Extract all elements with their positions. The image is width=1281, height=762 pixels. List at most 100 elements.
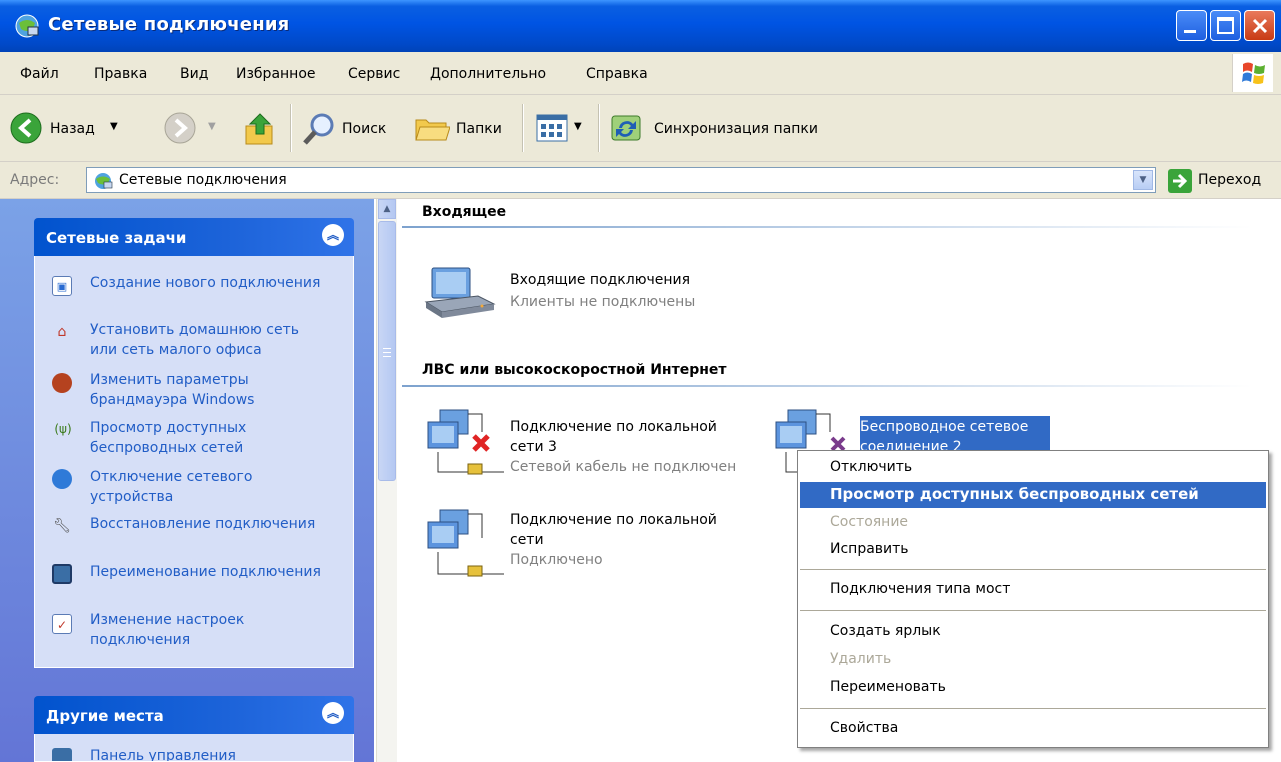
lan-3-name-line2[interactable]: сети 3 <box>510 437 557 457</box>
rename-icon <box>52 564 72 584</box>
lan-name-line2[interactable]: сети <box>510 530 544 550</box>
ctx-bridge-connections[interactable]: Подключения типа мост <box>830 581 1010 597</box>
disable-device-icon <box>52 469 72 489</box>
task-view-wireless[interactable]: Просмотр доступных беспроводных сетей <box>90 418 330 458</box>
lan-status: Подключено <box>510 552 603 568</box>
group-divider <box>402 226 1252 228</box>
ctx-repair[interactable]: Исправить <box>830 541 909 557</box>
folders-label: Папки <box>456 121 502 137</box>
toolbar-separator <box>522 104 524 152</box>
lan-3-disconnected-icon[interactable] <box>424 408 504 478</box>
ctx-properties[interactable]: Свойства <box>830 720 898 736</box>
network-tasks-header[interactable]: Сетевые задачи ︽ <box>34 218 354 256</box>
up-folder-icon[interactable] <box>244 112 276 146</box>
menu-file[interactable]: Файл <box>20 66 59 82</box>
menu-view[interactable]: Вид <box>180 66 208 82</box>
wireless-name-line1: Беспроводное сетевое <box>860 419 1029 435</box>
task-new-connection[interactable]: Создание нового подключения <box>90 273 330 293</box>
menu-separator <box>800 569 1266 570</box>
ctx-disconnect[interactable]: Отключить <box>830 459 912 475</box>
firewall-icon <box>52 373 72 393</box>
task-change-settings[interactable]: Изменение настроек подключения <box>90 610 330 650</box>
address-input[interactable]: Сетевые подключения ▼ <box>86 167 1156 193</box>
sync-icon <box>611 115 641 141</box>
ctx-delete: Удалить <box>830 651 892 667</box>
other-places-panel: Панель управления <box>34 734 354 762</box>
incoming-connections-status: Клиенты не подключены <box>510 294 696 310</box>
forward-dropdown-icon[interactable]: ▼ <box>208 121 216 132</box>
group-title-incoming: Входящее <box>422 204 507 220</box>
menu-tools[interactable]: Сервис <box>348 66 400 82</box>
repair-wrench-icon: 🔧︎ <box>53 518 71 534</box>
task-firewall-settings[interactable]: Изменить параметры брандмауэра Windows <box>90 370 330 410</box>
task-repair-connection[interactable]: Восстановление подключения <box>90 514 330 534</box>
task-rename-connection[interactable]: Переименование подключения <box>90 562 330 582</box>
views-button[interactable]: ▼ <box>532 112 590 144</box>
task-home-network[interactable]: Установить домашнюю сеть или сеть малого… <box>90 320 330 360</box>
search-button[interactable]: Поиск <box>300 104 400 152</box>
go-button[interactable]: Переход <box>1168 168 1278 194</box>
back-label: Назад <box>50 121 95 137</box>
change-settings-icon: ✓ <box>52 614 72 634</box>
scroll-up-icon[interactable]: ▲ <box>378 199 396 219</box>
collapse-icon[interactable]: ︽ <box>322 702 344 724</box>
sync-label: Синхронизация папки <box>654 121 818 137</box>
close-button[interactable] <box>1244 10 1275 41</box>
search-icon <box>303 113 334 145</box>
maximize-icon <box>1217 17 1234 34</box>
ctx-status: Состояние <box>830 514 909 530</box>
forward-button[interactable]: ▼ <box>164 112 224 146</box>
address-dropdown-icon[interactable]: ▼ <box>1133 170 1153 190</box>
incoming-connections-name[interactable]: Входящие подключения <box>510 270 690 290</box>
minimize-icon <box>1184 30 1196 33</box>
wireless-connection-label-selected[interactable]: Беспроводное сетевое соединение 2 <box>860 416 1050 450</box>
collapse-icon[interactable]: ︽ <box>322 224 344 246</box>
back-dropdown-icon[interactable]: ▼ <box>110 121 118 132</box>
menu-advanced[interactable]: Дополнительно <box>430 66 546 82</box>
address-label: Адрес: <box>10 172 60 188</box>
menu-separator <box>800 708 1266 709</box>
lan-name-line1[interactable]: Подключение по локальной <box>510 510 717 530</box>
menu-favorites[interactable]: Избранное <box>236 66 316 82</box>
ctx-rename[interactable]: Переименовать <box>830 679 946 695</box>
network-connections-icon <box>95 173 113 189</box>
new-connection-icon: ▣ <box>52 276 72 296</box>
minimize-button[interactable] <box>1176 10 1207 41</box>
folders-button[interactable]: Папки <box>410 104 510 152</box>
ctx-create-shortcut[interactable]: Создать ярлык <box>830 623 941 639</box>
menu-edit[interactable]: Правка <box>94 66 147 82</box>
vertical-scrollbar[interactable]: ▲ <box>376 199 397 762</box>
incoming-connections-icon[interactable] <box>422 262 498 326</box>
wireless-icon: (ψ) <box>54 422 72 436</box>
views-dropdown-icon[interactable]: ▼ <box>574 121 582 132</box>
back-button[interactable]: Назад ▼ <box>8 104 158 152</box>
toolbar-separator <box>598 104 600 152</box>
network-connections-icon <box>15 14 39 38</box>
link-control-panel[interactable]: Панель управления <box>90 746 330 761</box>
sync-folder-button[interactable]: Синхронизация папки <box>608 104 848 152</box>
lan-3-name-line1[interactable]: Подключение по локальной <box>510 417 717 437</box>
group-title-lan: ЛВС или высокоскоростной Интернет <box>422 362 727 378</box>
folders-icon <box>415 119 450 141</box>
ctx-view-wireless-networks[interactable]: Просмотр доступных беспроводных сетей <box>800 482 1266 508</box>
other-places-header[interactable]: Другие места ︽ <box>34 696 354 734</box>
ctx-view-wireless-label: Просмотр доступных беспроводных сетей <box>830 485 1199 503</box>
go-label: Переход <box>1198 172 1262 188</box>
search-label: Поиск <box>342 121 387 137</box>
network-tasks-title: Сетевые задачи <box>46 229 187 247</box>
menu-separator <box>800 610 1266 611</box>
scroll-thumb[interactable] <box>378 221 396 481</box>
task-disable-device[interactable]: Отключение сетевого устройства <box>90 467 330 507</box>
go-arrow-icon <box>1168 169 1192 193</box>
lan-connected-icon[interactable] <box>424 508 504 580</box>
maximize-button[interactable] <box>1210 10 1241 41</box>
menu-help[interactable]: Справка <box>586 66 648 82</box>
group-divider <box>402 385 1252 387</box>
context-menu: Отключить Просмотр доступных беспроводны… <box>797 450 1269 748</box>
back-arrow-icon <box>10 112 42 144</box>
close-icon <box>1252 18 1268 34</box>
network-tasks-panel <box>34 256 354 668</box>
control-panel-icon <box>52 748 72 761</box>
windows-flag-icon <box>1242 62 1265 84</box>
windows-logo <box>1232 54 1273 92</box>
